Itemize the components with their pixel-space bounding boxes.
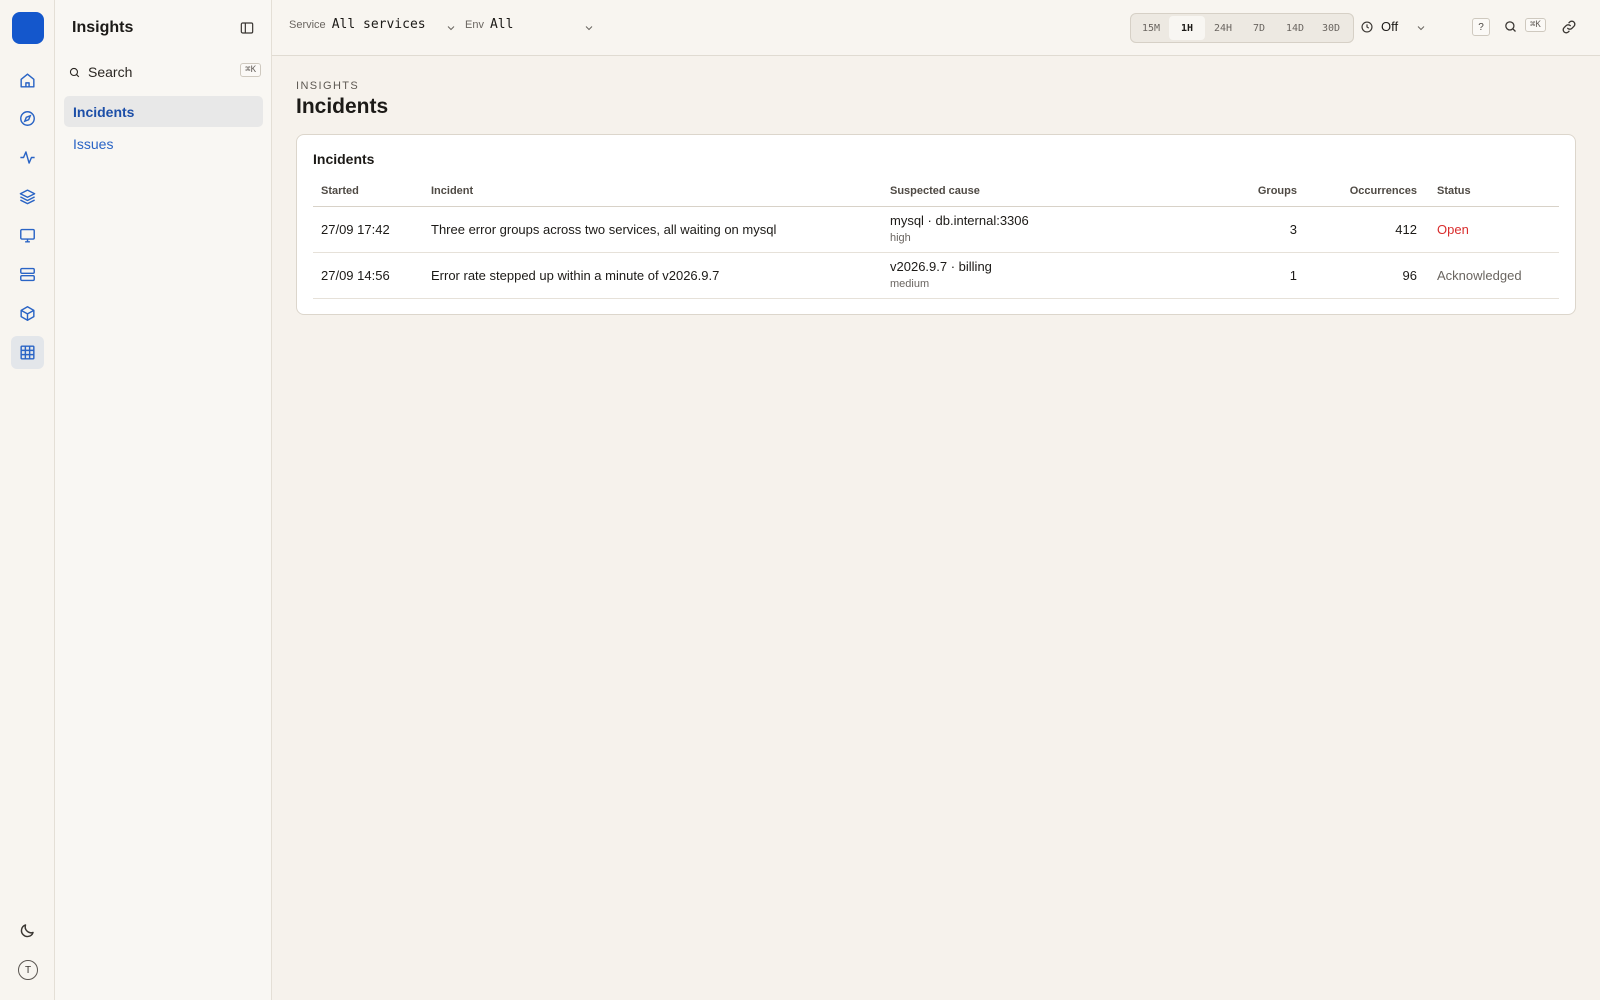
- range-24h[interactable]: 24H: [1205, 16, 1241, 40]
- cause-text: v2026.9.7 · billing: [890, 259, 992, 274]
- search-shortcut: ⌘K: [240, 63, 261, 77]
- cell-groups: 3: [1289, 222, 1297, 237]
- chevron-down-icon[interactable]: [1415, 22, 1427, 34]
- search-shortcut: ⌘K: [1525, 18, 1546, 32]
- column-header-status[interactable]: Status: [1437, 185, 1471, 197]
- range-14d[interactable]: 14D: [1277, 16, 1313, 40]
- cell-started: 27/09 17:42: [321, 222, 390, 237]
- range-30d[interactable]: 30D: [1313, 16, 1349, 40]
- server-icon[interactable]: [11, 258, 44, 291]
- table-row[interactable]: 27/09 17:42 Three error groups across tw…: [313, 207, 1559, 253]
- cell-incident: Error rate stepped up within a minute of…: [431, 268, 720, 283]
- column-header-groups[interactable]: Groups: [1247, 185, 1297, 197]
- service-filter-value: All services: [331, 17, 426, 32]
- monitor-icon[interactable]: [11, 219, 44, 252]
- topbar: Service All services Env All 15M 1H 24H …: [272, 0, 1600, 56]
- range-7d[interactable]: 7D: [1241, 16, 1277, 40]
- layers-icon[interactable]: [11, 180, 44, 213]
- moon-icon[interactable]: [11, 914, 44, 947]
- chevron-down-icon[interactable]: [445, 22, 457, 34]
- chevron-down-icon[interactable]: [583, 22, 595, 34]
- cell-incident: Three error groups across two services, …: [431, 222, 777, 237]
- column-header-occurrences[interactable]: Occurrences: [1317, 185, 1417, 197]
- auto-refresh-select[interactable]: Off: [1360, 19, 1398, 34]
- cell-suspected-cause: mysql · db.internal:3306 high: [890, 213, 1029, 244]
- range-15m[interactable]: 15M: [1133, 16, 1169, 40]
- cell-occurrences: 96: [1402, 268, 1417, 283]
- column-header-started[interactable]: Started: [321, 185, 359, 197]
- status-badge: Acknowledged: [1437, 268, 1522, 283]
- activity-icon[interactable]: [11, 141, 44, 174]
- link-icon[interactable]: [1561, 19, 1577, 35]
- cause-text: mysql · db.internal:3306: [890, 213, 1029, 228]
- sidebar-search[interactable]: Search ⌘K: [68, 61, 261, 83]
- cell-started: 27/09 14:56: [321, 268, 390, 283]
- cause-severity: high: [890, 232, 911, 244]
- app-logo[interactable]: [12, 12, 44, 44]
- status-badge: Open: [1437, 222, 1469, 237]
- auto-refresh-value: Off: [1381, 19, 1399, 34]
- table-header: Started Incident Suspected cause Groups …: [313, 179, 1559, 207]
- page-eyebrow: INSIGHTS: [296, 80, 360, 92]
- avatar[interactable]: T: [18, 960, 38, 980]
- sidebar-item-incidents[interactable]: Incidents: [64, 96, 263, 127]
- box-icon[interactable]: [11, 297, 44, 330]
- incidents-card: Incidents Started Incident Suspected cau…: [296, 134, 1576, 315]
- incidents-table: Started Incident Suspected cause Groups …: [313, 179, 1559, 299]
- time-range-selector: 15M 1H 24H 7D 14D 30D: [1130, 13, 1354, 43]
- service-filter-label: Service: [289, 18, 326, 31]
- sidebar-title: Insights: [72, 19, 134, 36]
- search-label: Search: [88, 64, 133, 80]
- cause-severity: medium: [890, 278, 930, 290]
- range-1h[interactable]: 1H: [1169, 16, 1205, 40]
- cell-groups: 1: [1289, 268, 1297, 283]
- cell-occurrences: 412: [1395, 222, 1417, 237]
- sidebar-toggle-icon[interactable]: [239, 20, 255, 36]
- env-filter[interactable]: Env All: [465, 17, 513, 32]
- card-title: Incidents: [313, 151, 375, 167]
- column-header-incident[interactable]: Incident: [431, 185, 473, 197]
- column-header-suspected-cause[interactable]: Suspected cause: [890, 185, 980, 197]
- icon-rail: T: [0, 0, 55, 1000]
- grid-icon[interactable]: [11, 336, 44, 369]
- service-filter[interactable]: Service All services: [289, 17, 426, 32]
- clock-icon: [1361, 20, 1373, 33]
- env-filter-label: Env: [465, 18, 484, 31]
- table-row[interactable]: 27/09 14:56 Error rate stepped up within…: [313, 253, 1559, 299]
- sidebar: Insights Search ⌘K Incidents Issues: [55, 0, 272, 1000]
- sidebar-item-issues[interactable]: Issues: [64, 128, 263, 159]
- search-icon[interactable]: [1503, 19, 1518, 34]
- home-icon[interactable]: [11, 64, 44, 97]
- search-icon: [69, 67, 80, 77]
- help-button[interactable]: ?: [1472, 18, 1490, 36]
- env-filter-value: All: [489, 17, 514, 32]
- cell-suspected-cause: v2026.9.7 · billing medium: [890, 259, 992, 290]
- compass-icon[interactable]: [11, 102, 44, 135]
- page-title: Incidents: [296, 95, 389, 118]
